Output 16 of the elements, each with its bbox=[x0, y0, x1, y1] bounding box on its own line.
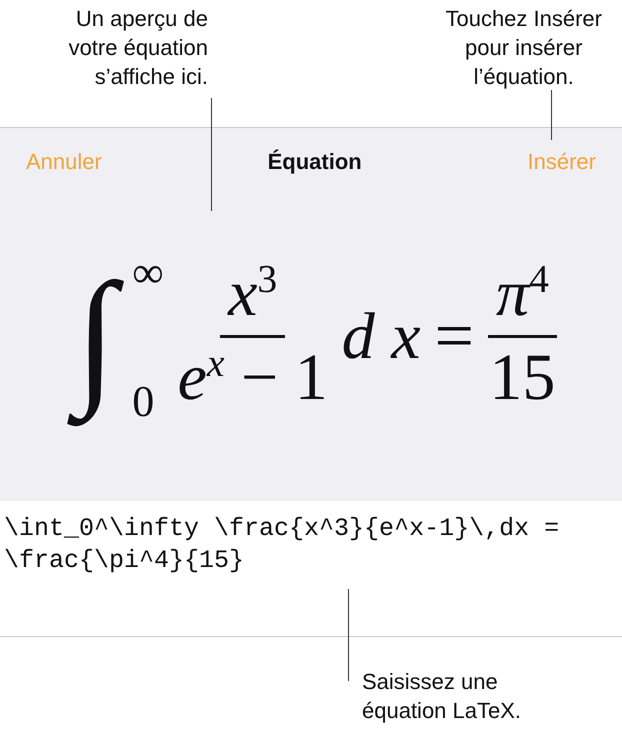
callout-text: Saisissez une équation LaTeX. bbox=[362, 668, 522, 725]
differential-text: d x bbox=[342, 298, 420, 374]
cancel-button[interactable]: Annuler bbox=[26, 149, 102, 175]
callout-text: Touchez Insérer pour insérer l’équation. bbox=[445, 5, 602, 91]
fraction-numerator: π$^{4}$ bbox=[488, 258, 557, 338]
fraction-denominator: 15 bbox=[489, 340, 556, 415]
fraction-numerator: x$^{3}$ bbox=[220, 258, 286, 338]
insert-button[interactable]: Insérer bbox=[528, 149, 596, 175]
equals-sign: = bbox=[434, 296, 474, 376]
callout-text: Un aperçu de votre équation s’affiche ici. bbox=[68, 5, 208, 91]
upper-limit: ∞ bbox=[132, 246, 164, 298]
lower-limit: 0 bbox=[132, 376, 156, 426]
leader-line bbox=[551, 90, 552, 140]
integral-sign: ∫ bbox=[65, 239, 132, 434]
dialog-title: Équation bbox=[268, 149, 362, 175]
fraction-denominator: e$^{x}$ − 1 bbox=[178, 340, 328, 415]
